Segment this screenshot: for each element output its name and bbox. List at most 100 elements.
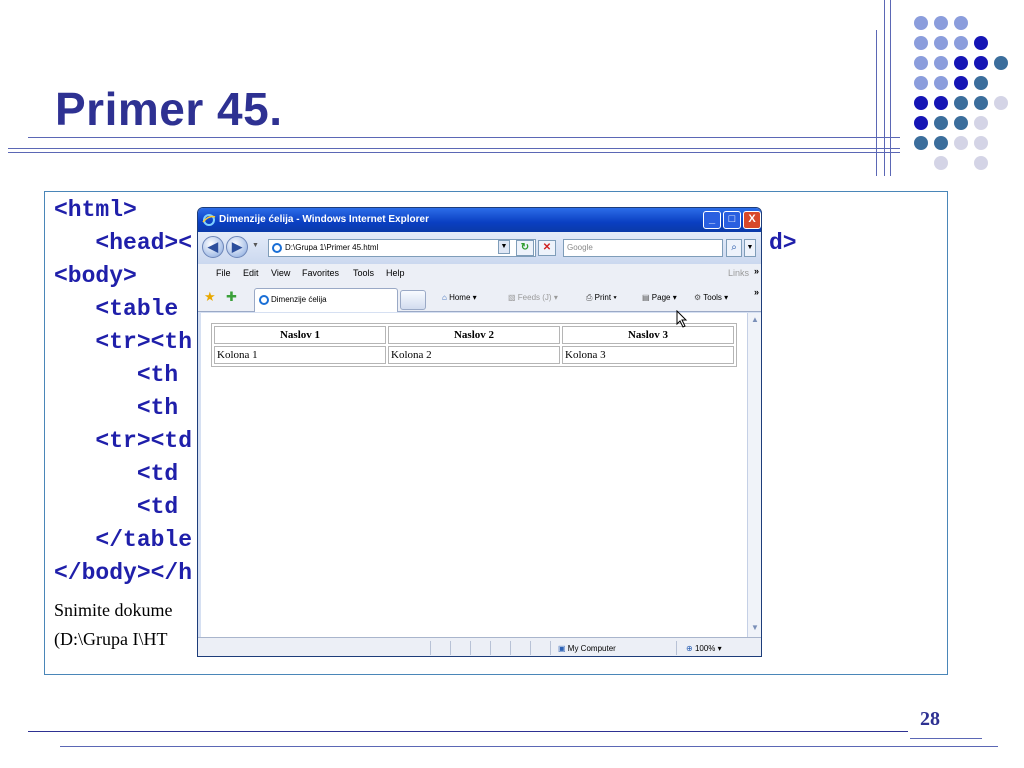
- page-number: 28: [920, 708, 940, 730]
- stop-button[interactable]: ✕: [538, 240, 556, 256]
- menu-edit[interactable]: Edit: [243, 268, 259, 278]
- zoom-control[interactable]: ⊕ 100% ▾: [686, 644, 722, 653]
- search-input[interactable]: Google: [563, 239, 723, 257]
- page-menu-button[interactable]: ▤ Page ▾: [642, 293, 677, 302]
- status-divider: [490, 641, 491, 655]
- dot: [954, 96, 968, 110]
- back-button[interactable]: ◀: [202, 236, 224, 258]
- ie-logo-icon: [202, 214, 216, 226]
- dot: [954, 136, 968, 150]
- menu-tools[interactable]: Tools: [353, 268, 374, 278]
- feeds-icon: ▧: [508, 293, 516, 302]
- title-rule-thin: [8, 152, 900, 153]
- home-icon: ⌂: [442, 293, 447, 302]
- new-tab-button[interactable]: [400, 290, 426, 310]
- dot: [934, 136, 948, 150]
- table-header-cell: Naslov 1: [214, 326, 386, 344]
- window-titlebar[interactable]: Dimenzije ćelija - Windows Internet Expl…: [198, 208, 761, 232]
- code-line: <td: [54, 461, 179, 487]
- dot: [974, 76, 988, 90]
- menu-bar: File Edit View Favorites Tools Help Link…: [198, 264, 761, 284]
- links-toolbar[interactable]: Links: [728, 268, 749, 278]
- table-cell: Kolona 1: [214, 346, 386, 364]
- home-button[interactable]: ⌂ Home ▾: [442, 293, 477, 302]
- gear-icon: ⚙: [694, 293, 702, 302]
- dot: [934, 76, 948, 90]
- dot: [914, 56, 928, 70]
- menu-favorites[interactable]: Favorites: [302, 268, 339, 278]
- table-header-row: Naslov 1 Naslov 2 Naslov 3: [214, 326, 734, 344]
- status-divider: [550, 641, 551, 655]
- demo-table: Naslov 1 Naslov 2 Naslov 3 Kolona 1 Kolo…: [211, 323, 737, 367]
- add-favorite-icon[interactable]: ✚: [226, 289, 237, 305]
- search-options-button[interactable]: ▼: [744, 239, 756, 257]
- dot: [974, 116, 988, 130]
- page-favicon-icon: [272, 243, 282, 253]
- table-cell: Kolona 3: [562, 346, 734, 364]
- print-button[interactable]: ⎙ Print ▾: [586, 293, 617, 303]
- footer-rule-bottom: [60, 746, 998, 747]
- computer-icon: ▣: [558, 644, 566, 653]
- favorites-star-icon[interactable]: ★: [204, 289, 216, 305]
- dot: [954, 76, 968, 90]
- minimize-button[interactable]: _: [703, 211, 721, 229]
- feeds-label: Feeds (J): [517, 293, 552, 302]
- dot: [994, 56, 1008, 70]
- status-bar: ▣ My Computer ⊕ 100% ▾: [198, 637, 761, 656]
- scroll-down-icon[interactable]: ▼: [749, 623, 761, 635]
- code-line: <head><: [54, 230, 193, 256]
- feeds-button[interactable]: ▧ Feeds (J) ▾: [508, 293, 558, 302]
- menu-help[interactable]: Help: [386, 268, 405, 278]
- print-label: Print: [594, 293, 612, 302]
- menu-file[interactable]: File: [216, 268, 231, 278]
- dot: [954, 116, 968, 130]
- dot: [914, 76, 928, 90]
- close-button[interactable]: X: [743, 211, 761, 229]
- tab-title: Dimenzije ćelija: [271, 295, 327, 304]
- vertical-scrollbar[interactable]: ▲ ▼: [747, 313, 761, 637]
- code-line: <body>: [54, 263, 137, 289]
- tools-label: Tools: [703, 293, 722, 302]
- forward-button[interactable]: ▶: [226, 236, 248, 258]
- code-line: <tr><td: [54, 428, 193, 454]
- status-divider: [450, 641, 451, 655]
- tools-menu-button[interactable]: ⚙ Tools ▾: [694, 293, 728, 302]
- status-divider: [470, 641, 471, 655]
- printer-icon: ⎙: [586, 293, 593, 302]
- address-input[interactable]: D:\Grupa 1\Primer 45.html: [268, 239, 536, 257]
- dot: [974, 156, 988, 170]
- table-header-cell: Naslov 2: [388, 326, 560, 344]
- address-dropdown-button[interactable]: ▼: [498, 240, 510, 254]
- refresh-button[interactable]: ↻: [516, 240, 534, 256]
- toolbar-chevron-icon[interactable]: »: [754, 287, 759, 297]
- code-line: </table: [54, 527, 193, 553]
- title-rule-top: [28, 137, 900, 138]
- dot: [974, 36, 988, 50]
- maximize-button[interactable]: □: [723, 211, 741, 229]
- address-text: D:\Grupa 1\Primer 45.html: [285, 243, 379, 252]
- nav-dropdown-icon[interactable]: ▼: [252, 242, 259, 249]
- dot: [934, 16, 948, 30]
- dot: [914, 136, 928, 150]
- scroll-up-icon[interactable]: ▲: [749, 315, 761, 327]
- security-zone[interactable]: ▣ My Computer: [558, 644, 616, 653]
- dot: [934, 36, 948, 50]
- note-line: (D:\Grupa I\HT: [54, 629, 168, 649]
- dot: [974, 56, 988, 70]
- search-icon[interactable]: ⌕: [726, 239, 742, 257]
- code-line: <th: [54, 395, 179, 421]
- menu-view[interactable]: View: [271, 268, 290, 278]
- deco-vline-2: [884, 0, 885, 176]
- dot: [914, 36, 928, 50]
- dot: [954, 16, 968, 30]
- dot: [934, 96, 948, 110]
- dot: [954, 36, 968, 50]
- code-line: </body></h: [54, 560, 193, 586]
- chevron-right-icon[interactable]: »: [754, 266, 759, 276]
- footer-rule-top: [28, 731, 908, 732]
- deco-vline-1: [876, 30, 877, 176]
- status-divider: [430, 641, 431, 655]
- page-icon: ▤: [642, 293, 650, 302]
- title-rule-bottom: [8, 148, 900, 149]
- tab-active[interactable]: Dimenzije ćelija: [254, 288, 398, 312]
